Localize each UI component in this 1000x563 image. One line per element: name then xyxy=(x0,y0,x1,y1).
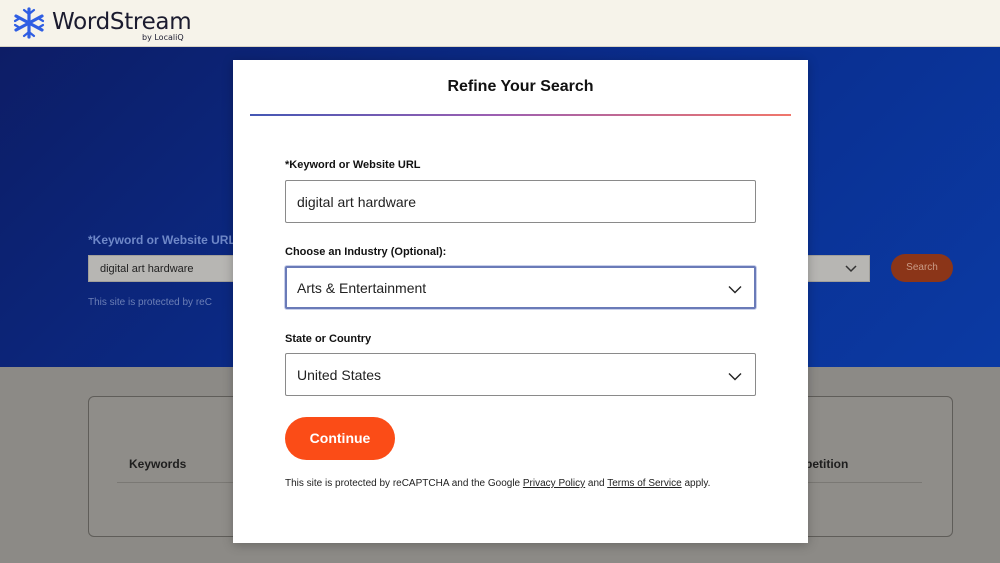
hero-recaptcha-text: This site is protected by reC xyxy=(88,297,212,308)
terms-of-service-link[interactable]: Terms of Service xyxy=(607,478,681,489)
location-field-label: State or Country xyxy=(285,333,372,345)
location-select[interactable]: United States xyxy=(285,353,756,396)
top-navigation-bar: WordStream by LocaliQ xyxy=(0,0,1000,47)
chevron-down-icon xyxy=(845,265,857,273)
column-header-competition: petition xyxy=(805,457,849,471)
legal-and: and xyxy=(585,478,608,489)
industry-select[interactable]: Arts & Entertainment xyxy=(285,266,756,309)
keyword-field-label: *Keyword or Website URL xyxy=(285,159,421,171)
column-header-keywords: Keywords xyxy=(129,457,187,471)
hero-search-button: Search xyxy=(891,254,953,282)
continue-button[interactable]: Continue xyxy=(285,417,395,460)
brand-name[interactable]: WordStream xyxy=(52,9,192,35)
recaptcha-legal-text: This site is protected by reCAPTCHA and … xyxy=(285,476,755,491)
wordstream-logo-icon[interactable] xyxy=(12,6,46,40)
chevron-down-icon xyxy=(728,286,742,294)
keyword-input[interactable]: digital art hardware xyxy=(285,180,756,223)
hero-keyword-value: digital art hardware xyxy=(100,263,194,275)
hero-location-select xyxy=(800,255,870,282)
hero-keyword-input: digital art hardware xyxy=(88,255,238,282)
keyword-input-value: digital art hardware xyxy=(297,194,417,210)
industry-field-label: Choose an Industry (Optional): xyxy=(285,246,447,258)
legal-suffix: apply. xyxy=(681,478,711,489)
industry-select-value: Arts & Entertainment xyxy=(297,280,427,296)
refine-search-modal: Refine Your Search *Keyword or Website U… xyxy=(233,60,808,543)
chevron-down-icon xyxy=(728,373,742,381)
modal-title: Refine Your Search xyxy=(447,78,594,95)
privacy-policy-link[interactable]: Privacy Policy xyxy=(523,478,585,489)
title-gradient-divider xyxy=(250,114,791,116)
brand-subtitle: by LocaliQ xyxy=(142,33,184,42)
legal-prefix: This site is protected by reCAPTCHA and … xyxy=(285,478,523,489)
hero-keyword-label: *Keyword or Website URL xyxy=(88,233,236,247)
location-select-value: United States xyxy=(297,367,382,383)
